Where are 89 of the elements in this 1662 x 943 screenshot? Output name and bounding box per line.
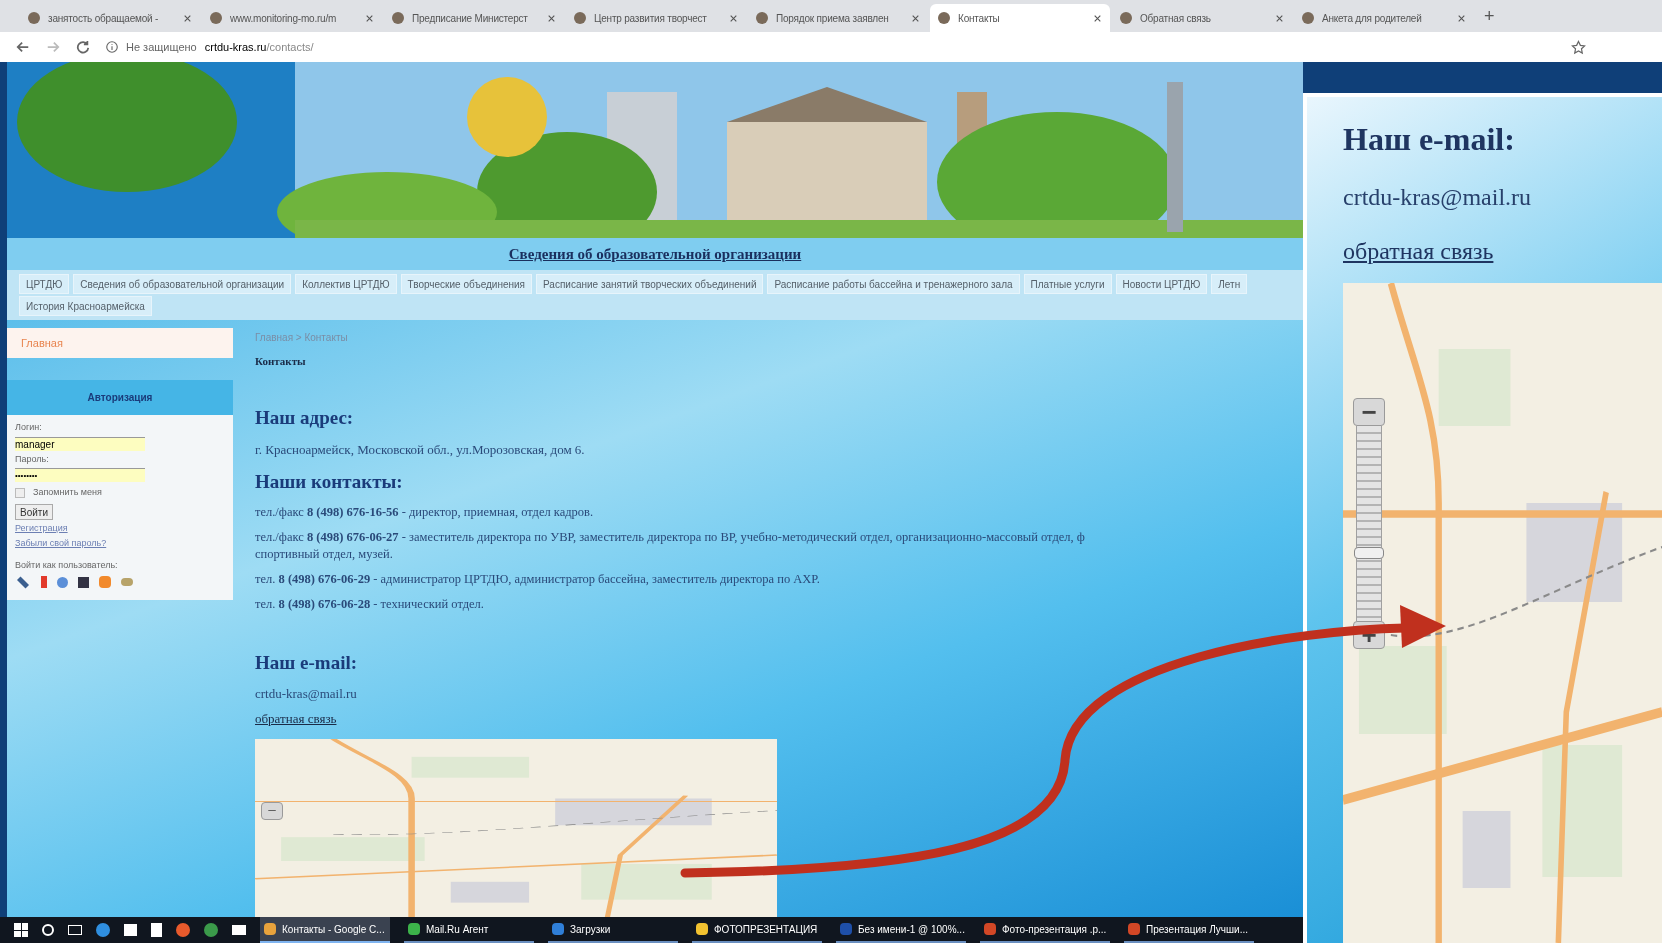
back-icon[interactable] <box>16 40 30 54</box>
nav-tab[interactable]: Коллектив ЦРТДЮ <box>295 274 397 294</box>
social-login-label: Войти как пользователь: <box>15 558 119 572</box>
browser-tab[interactable]: Контакты <box>930 4 1110 32</box>
zoom-slider[interactable] <box>1356 426 1382 621</box>
section-heading: Наши контакты: <box>255 469 404 494</box>
search-icon[interactable] <box>42 924 54 936</box>
taskbar-item[interactable]: Контакты - Google C... <box>260 917 390 943</box>
section-heading: Наш адрес: <box>255 405 355 430</box>
address-text: г. Красноармейск, Московской обл., ул.Морозовская, дом 6. <box>255 441 586 459</box>
map[interactable]: − <box>255 738 777 917</box>
banner-link[interactable]: Сведения об образовательной организации <box>508 242 802 266</box>
security-label: Не защищено <box>126 39 197 55</box>
site-icon <box>574 12 586 24</box>
contact-line: тел./факс 8 (498) 676-06-27 - заместитель директора по УВР, заместитель директора по ВР, учебно-методический отдел, организационно-массовый отдел, ф спортивный отдел, музей. <box>255 529 1086 563</box>
close-icon[interactable] <box>729 13 738 23</box>
login-field[interactable]: manager <box>15 436 145 451</box>
close-icon[interactable] <box>365 13 374 23</box>
close-icon[interactable] <box>1093 13 1102 23</box>
remember-checkbox[interactable] <box>15 487 25 498</box>
login-button[interactable]: Войти <box>15 503 53 520</box>
pen-icon[interactable] <box>17 576 29 588</box>
close-icon[interactable] <box>1457 13 1466 23</box>
nav-tab[interactable]: ЦРТДЮ <box>19 274 70 294</box>
tab-title: занятость обращаемой - <box>48 11 160 26</box>
section-title: Авторизация <box>87 391 153 405</box>
contact-line: тел. 8 (498) 676-06-28 - технический отдел. <box>255 596 485 613</box>
nav-tab[interactable]: История Красноармейска <box>19 296 152 316</box>
site-icon <box>1302 12 1314 24</box>
section-heading: Наш e-mail: <box>1343 120 1516 159</box>
tab-title: Порядок приема заявлен <box>776 11 890 26</box>
tab-title: Контакты <box>958 11 1001 26</box>
site-icon <box>756 12 768 24</box>
tab-title: Обратная связь <box>1140 11 1212 26</box>
windows-icon[interactable] <box>14 923 28 937</box>
nav-tab[interactable]: Творческие объединения <box>400 274 532 294</box>
feedback-link[interactable]: обратная связь <box>1343 233 1494 269</box>
zoom-out-button[interactable]: − <box>1353 398 1385 426</box>
email-text: crtdu-kras@mail.ru <box>1343 183 1533 212</box>
tab-title: Анкета для родителей <box>1322 11 1423 26</box>
close-icon[interactable] <box>911 13 920 23</box>
taskbar-item[interactable]: ФОТОПРЕЗЕНТАЦИЯ <box>692 917 822 943</box>
site-icon <box>210 12 222 24</box>
register-link[interactable]: Регистрация <box>15 521 225 535</box>
tab-title: www.monitoring-mo.ru/m <box>230 11 338 26</box>
nav-tab[interactable]: Новости ЦРТДЮ <box>1115 274 1208 294</box>
taskbar-item[interactable]: Загрузки <box>548 917 678 943</box>
contact-line: тел. 8 (498) 676-06-29 - администратор ЦРТДЮ, администратор бассейна, заместитель директора по АХР. <box>255 571 821 588</box>
breadcrumb: Главная > Контакты <box>255 331 349 345</box>
info-icon <box>106 41 118 53</box>
site-icon <box>28 12 40 24</box>
app-icon[interactable] <box>176 923 190 937</box>
slider-thumb[interactable] <box>1354 546 1384 559</box>
site-icon <box>1120 12 1132 24</box>
nav-tab[interactable]: Расписание занятий творческих объединений <box>536 274 764 294</box>
nav-tab[interactable]: Расписание работы бассейна и тренажерного зала <box>767 274 1020 294</box>
tab-title: Предписание Министерст <box>412 11 529 26</box>
task-view-icon[interactable] <box>68 925 82 935</box>
new-tab-button[interactable]: + <box>1476 2 1503 30</box>
url-text: crtdu-kras.ru/contacts/ <box>204 39 314 55</box>
address-bar[interactable]: Не защищено crtdu-kras.ru/contacts/ <box>106 38 314 56</box>
taskbar-item[interactable]: Фото-презентация .р... <box>980 917 1110 943</box>
feedback-link[interactable]: обратная связь <box>255 709 337 729</box>
browser-icon[interactable] <box>96 923 110 937</box>
close-icon[interactable] <box>183 13 192 23</box>
nav-tab[interactable]: Сведения об образовательной организации <box>73 274 292 294</box>
reload-icon[interactable] <box>76 40 90 54</box>
site-icon <box>392 12 404 24</box>
taskbar-item[interactable]: Презентация Лучши... <box>1124 917 1254 943</box>
browser-icon[interactable] <box>204 923 218 937</box>
password-field[interactable]: •••••••• <box>15 468 145 482</box>
nav-tab[interactable]: Летн <box>1211 274 1248 294</box>
close-icon[interactable] <box>1275 13 1284 23</box>
nav-tab[interactable]: Платные услуги <box>1023 274 1112 294</box>
section-heading: Наш e-mail: <box>255 651 359 675</box>
email-text: crtdu-kras@mail.ru <box>255 684 358 703</box>
checkbox-label: Запомнить меня <box>33 486 102 499</box>
taskbar-item[interactable]: Без имени-1 @ 100%... <box>836 917 966 943</box>
globe-icon[interactable] <box>57 576 68 588</box>
contact-line: тел./факс 8 (498) 676-16-56 - директор, приемная, отдел кадров. <box>255 504 595 521</box>
tab-title: Центр развития творчест <box>594 11 708 26</box>
star-icon[interactable] <box>1571 39 1586 55</box>
field-label: Пароль: <box>15 452 50 466</box>
taskbar-item[interactable]: Mail.Ru Агент <box>404 917 534 943</box>
site-icon <box>938 12 950 24</box>
forgot-password-link[interactable]: Забыли свой пароль? <box>15 537 225 551</box>
field-label: Логин: <box>15 421 43 434</box>
close-icon[interactable] <box>547 13 556 23</box>
page-title: Контакты <box>255 354 307 369</box>
